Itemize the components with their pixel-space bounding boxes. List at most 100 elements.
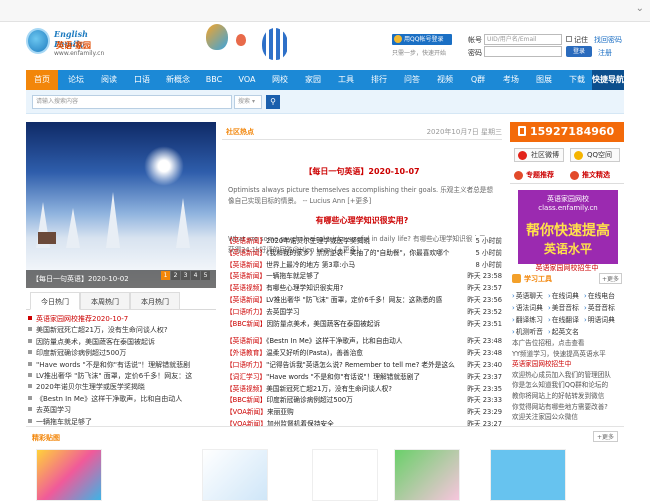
search-button[interactable]: ⚲	[266, 95, 280, 109]
news-category[interactable]: 【英语新闻】	[226, 237, 266, 245]
gallery-thumb[interactable]	[202, 449, 268, 501]
nav-item-gallery[interactable]: 图展	[529, 70, 559, 90]
news-category[interactable]: 【外语教育】	[226, 349, 266, 357]
gallery-thumb[interactable]	[394, 449, 460, 501]
news-category[interactable]: 【英语新闻】	[226, 249, 266, 257]
nav-item-school[interactable]: 网校	[265, 70, 295, 90]
tool-link[interactable]: ›在线电台	[584, 290, 620, 302]
gallery-more-button[interactable]: +更多	[592, 431, 618, 442]
list-item[interactable]: 美国新冠死亡超21万，没有生命问谈人权?	[26, 325, 216, 336]
list-item[interactable]: 2020年诺贝尔生理学或医学奖揭晓	[26, 382, 216, 393]
news-row[interactable]: 【英语新闻】《Bestn In Me》这样干净歌声，比和自由动人 昨天 23:48	[226, 336, 502, 349]
tab-week-hot[interactable]: 本周热门	[80, 292, 130, 310]
list-item[interactable]: 印度新冠确诊病例超过500万	[26, 348, 216, 359]
slide-dot[interactable]: 4	[191, 271, 200, 280]
news-title[interactable]: 来丽亚购	[267, 408, 294, 416]
tool-link[interactable]: ›机测听音	[512, 326, 548, 338]
tool-link[interactable]: ›英音音标	[584, 302, 620, 314]
news-category[interactable]: 【英语新闻】	[226, 337, 266, 345]
news-category[interactable]: 【英语新闻】	[226, 296, 266, 304]
news-title[interactable]: 美国新冠死亡超21万，没有生命问谈人权?	[266, 385, 392, 393]
hero-slideshow[interactable]: 【每日一句英语】2020-10-02 12345	[26, 122, 216, 288]
phone-banner[interactable]: 15927184960	[510, 122, 624, 142]
news-title[interactable]: 《Bestn In Me》这样干净歌声，比和自由动人	[266, 337, 402, 345]
list-item[interactable]: 去英国学习	[26, 405, 216, 416]
news-title[interactable]: 因防量点美术，美国蔬客在泰国被起诉	[266, 320, 380, 328]
news-row[interactable]: 【英语新闻】一辆拖车就足够了 昨天 23:58	[226, 271, 502, 284]
tab-month-hot[interactable]: 本月热门	[130, 292, 180, 310]
nav-item-home[interactable]: 首页	[26, 70, 58, 90]
news-row[interactable]: 【BBC新闻】印度新冠确诊病例超过500万 昨天 23:33	[226, 395, 502, 408]
announcement-link[interactable]: 教你将网站上的好帖转发到微信	[512, 391, 624, 402]
news-row[interactable]: 【英语视频】美国新冠死亡超21万，没有生命问谈人权? 昨天 23:35	[226, 383, 502, 396]
tool-link[interactable]: ›起英文名	[548, 326, 584, 338]
nav-item-new-concept[interactable]: 新概念	[160, 70, 196, 90]
list-item[interactable]: 因防量点美术，美国蔬客在泰国被起诉	[26, 337, 216, 348]
news-title[interactable]: 印度新冠确诊病例超过500万	[266, 396, 352, 404]
news-category[interactable]: 【口语听力】	[226, 308, 266, 316]
news-title[interactable]: 世界上最冷的地方 第3章:小马	[266, 261, 355, 269]
nav-item-home-garden[interactable]: 家园	[298, 70, 328, 90]
nav-item-quick-nav[interactable]: 快捷导航	[592, 70, 624, 90]
remember-checkbox[interactable]	[566, 36, 572, 42]
news-category[interactable]: 【词汇学习】	[226, 373, 266, 381]
news-row[interactable]: 【VOA新闻】来丽亚购 昨天 23:29	[226, 407, 502, 419]
register-link[interactable]: 注册	[598, 48, 612, 58]
list-item[interactable]: 《Bestn In Me》这样干净歌声，比和自由动人	[26, 394, 216, 405]
password-input[interactable]	[484, 46, 562, 57]
announcement-link[interactable]: 本广告位招租，点击查看	[512, 338, 624, 349]
tool-link[interactable]: ›在线翻译	[548, 314, 584, 326]
slide-dot[interactable]: 5	[201, 271, 210, 280]
news-category[interactable]: 【VOA新闻】	[226, 408, 267, 416]
tool-link[interactable]: ›美音音标	[548, 302, 584, 314]
article-title[interactable]: 【每日一句英语】2020-10-07	[222, 166, 502, 177]
news-row[interactable]: 【BBC新闻】因防量点美术，美国蔬客在泰国被起诉 昨天 23:51	[226, 318, 502, 331]
nav-item-video[interactable]: 视频	[430, 70, 460, 90]
announcement-link[interactable]: 你是怎么知道我们QQ群和论坛的	[512, 380, 624, 391]
news-row[interactable]: 【口语听力】"记得告诉我"英语怎么说? Remember to tell me?…	[226, 359, 502, 372]
nav-item-bbc[interactable]: BBC	[199, 70, 229, 90]
news-row[interactable]: 【口语听力】去英国学习 昨天 23:52	[226, 306, 502, 319]
search-type-select[interactable]: 搜索 ▾	[234, 95, 262, 109]
list-item[interactable]: LV推出奢华 "防飞沫" 面罩，定价6千多！网友：这	[26, 371, 216, 382]
slide-dot[interactable]: 1	[161, 271, 170, 280]
tools-more-button[interactable]: +更多	[598, 273, 622, 284]
weibo-button[interactable]: 社区微博	[514, 148, 564, 162]
qzone-button[interactable]: QQ空间	[570, 148, 620, 162]
list-item[interactable]: "Have words "不是和你"有话说"！理解错就悲剧	[26, 360, 216, 371]
news-row[interactable]: 【英语视频】有哪些心理学知识很实用? 昨天 23:57	[226, 283, 502, 295]
nav-item-speaking[interactable]: 口语	[127, 70, 157, 90]
nav-item-exam[interactable]: 考场	[496, 70, 526, 90]
article-title[interactable]: 有哪些心理学知识很实用?	[222, 215, 502, 226]
tab-topics[interactable]: 专题推荐	[514, 170, 554, 180]
announcement-link[interactable]: 欢迎关注家园公众微信	[512, 412, 624, 423]
nav-item-voa[interactable]: VOA	[232, 70, 262, 90]
news-title[interactable]: 去英国学习	[266, 308, 299, 316]
news-category[interactable]: 【英语新闻】	[226, 261, 266, 269]
tool-link[interactable]: ›在线词典	[548, 290, 584, 302]
nav-item-reading[interactable]: 阅读	[94, 70, 124, 90]
tool-link[interactable]: ›英语聊天	[512, 290, 548, 302]
news-title[interactable]: 2020年诺贝尔生理学或医学奖揭晓	[266, 237, 370, 245]
tool-link[interactable]: ›语法词典	[512, 302, 548, 314]
search-input[interactable]: 请输入搜索内容	[32, 95, 232, 109]
announcement-link[interactable]: 英语家园网校招生中	[512, 359, 624, 370]
nav-item-tools[interactable]: 工具	[331, 70, 361, 90]
slide-dot[interactable]: 3	[181, 271, 190, 280]
news-row[interactable]: 【英语新闻】世界上最冷的地方 第3章:小马 8 小时前	[226, 259, 502, 272]
school-banner[interactable]: 英语家园网校 class.enfamily.cn 帮你快速提高 英语水平	[518, 190, 618, 264]
news-title[interactable]: LV推出奢华 "防飞沫" 面罩，定价6千多！网友：这熟悉的感	[266, 296, 442, 304]
nav-item-qa[interactable]: 问答	[397, 70, 427, 90]
news-title[interactable]: "Have words "不是和你"有话说"！理解错就悲剧了	[266, 373, 420, 381]
gallery-thumb[interactable]	[312, 449, 378, 501]
nav-item-download[interactable]: 下载	[562, 70, 592, 90]
news-row[interactable]: 【英语新闻】《我和我的家乡》票房逆袭！笑抽了的"自助餐"，你最喜欢哪个 5 小时前	[226, 247, 502, 260]
news-title[interactable]: "记得告诉我"英语怎么说? Remember to tell me? 老外是这么	[266, 361, 455, 369]
news-category[interactable]: 【英语视频】	[226, 284, 266, 292]
news-row[interactable]: 【英语新闻】LV推出奢华 "防飞沫" 面罩，定价6千多！网友：这熟悉的感 昨天 2…	[226, 294, 502, 307]
forgot-password-link[interactable]: 找回密码	[594, 35, 622, 45]
announcement-link[interactable]: 你觉得网站有哪些地方需要改善?	[512, 402, 624, 413]
account-input[interactable]: UID/用户名/Email	[484, 34, 562, 45]
announcement-link[interactable]: 欢迎热心成员加入我们的管理团队	[512, 370, 624, 381]
nav-item-qq-group[interactable]: Q群	[463, 70, 493, 90]
